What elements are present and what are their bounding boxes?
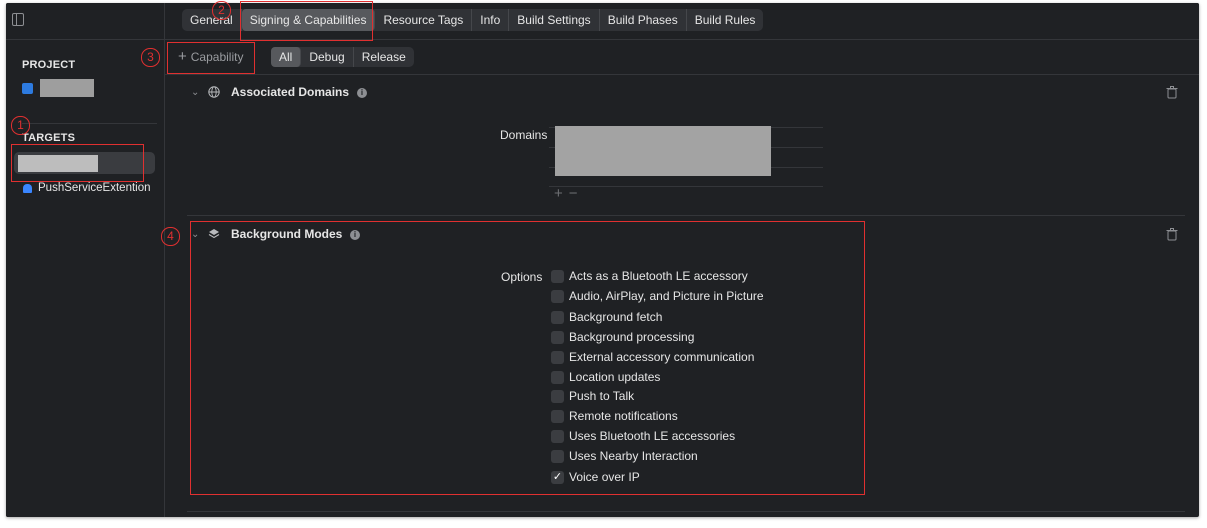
section-separator	[187, 215, 1185, 216]
redacted-domains	[555, 126, 771, 176]
trash-icon[interactable]	[1166, 228, 1178, 241]
domains-field-label: Domains	[500, 128, 548, 142]
filter-all[interactable]: All	[271, 47, 302, 67]
annotation-number: 1	[11, 116, 30, 135]
tab-build-rules[interactable]: Build Rules	[687, 9, 764, 31]
project-section-title: PROJECT	[22, 59, 76, 71]
annotation-number: 4	[161, 227, 180, 246]
associated-domains-title: Associated Domains	[231, 85, 350, 99]
annotation-box-add-capability	[167, 42, 255, 74]
filter-release[interactable]: Release	[354, 47, 414, 67]
configuration-filter: All Debug Release	[271, 47, 414, 67]
project-sidebar: PROJECT TARGETS PushServiceExtention	[6, 40, 164, 517]
annotation-box-background-modes	[190, 221, 865, 495]
sidebar-toggle-icon[interactable]	[12, 13, 24, 26]
globe-icon	[208, 86, 220, 98]
annotation-number: 2	[212, 1, 231, 20]
editor-toolbar: General Signing & Capabilities Resource …	[6, 3, 1199, 40]
tab-resource-tags[interactable]: Resource Tags	[375, 9, 473, 31]
capability-filter-bar: + Capability All Debug Release	[165, 40, 1199, 75]
info-icon[interactable]: i	[357, 88, 367, 98]
trash-icon[interactable]	[1166, 86, 1178, 99]
redacted-project-name	[40, 79, 94, 97]
target-label: PushServiceExtention	[38, 182, 151, 194]
table-row	[549, 186, 823, 187]
sidebar-separator	[22, 123, 157, 124]
project-file-icon	[22, 83, 33, 94]
filter-debug[interactable]: Debug	[301, 47, 354, 67]
tab-build-phases[interactable]: Build Phases	[600, 9, 687, 31]
annotation-box-signing-tab	[240, 1, 373, 41]
extension-bell-icon	[23, 184, 32, 193]
section-separator	[187, 511, 1185, 512]
add-remove-domain-controls[interactable]: +−	[554, 185, 584, 202]
targets-section-title: TARGETS	[22, 132, 76, 144]
annotation-box-targets	[11, 144, 144, 182]
chevron-down-icon[interactable]: ⌄	[191, 87, 199, 98]
tab-build-settings[interactable]: Build Settings	[509, 9, 600, 31]
tab-info[interactable]: Info	[472, 9, 510, 31]
annotation-number: 3	[141, 48, 160, 67]
